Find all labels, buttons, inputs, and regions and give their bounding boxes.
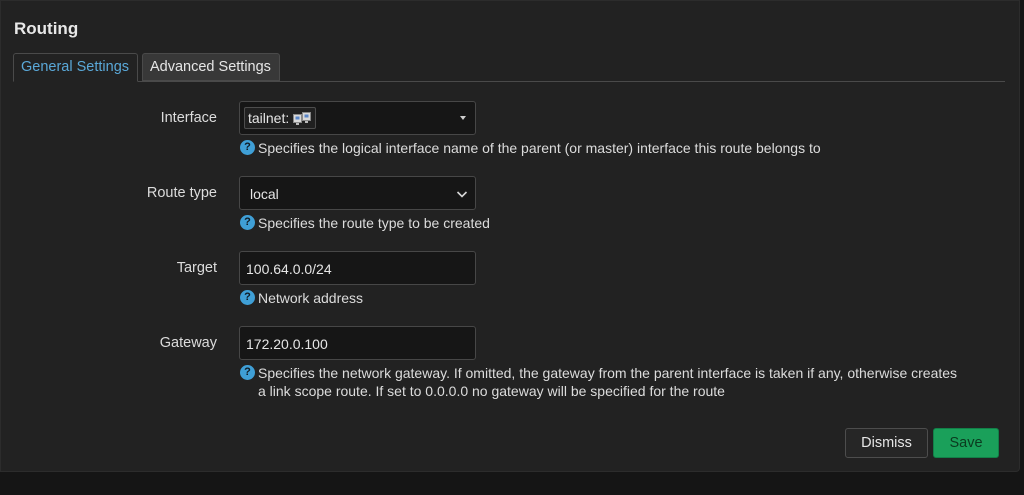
help-icon: ?: [240, 290, 255, 305]
help-icon: ?: [240, 215, 255, 230]
tab-bar: General Settings Advanced Settings: [13, 53, 1005, 82]
interface-chip-label: tailnet:: [248, 110, 290, 126]
caret-down-icon: [460, 116, 466, 120]
network-interface-icon: [293, 111, 312, 125]
tab-advanced-settings[interactable]: Advanced Settings: [142, 53, 280, 81]
target-input[interactable]: 100.64.0.0/24: [239, 251, 476, 285]
target-label: Target: [176, 260, 217, 276]
tab-general-settings[interactable]: General Settings: [13, 53, 138, 82]
route-type-value: local: [250, 186, 279, 202]
gateway-label: Gateway: [159, 335, 217, 351]
target-value: 100.64.0.0/24: [246, 261, 332, 277]
save-button[interactable]: Save: [933, 428, 999, 458]
help-icon: ?: [240, 365, 255, 380]
gateway-input[interactable]: 172.20.0.100: [239, 326, 476, 360]
dialog-title: Routing: [14, 19, 79, 38]
gateway-value: 172.20.0.100: [246, 336, 328, 352]
dismiss-button[interactable]: Dismiss: [845, 428, 928, 458]
help-icon: ?: [240, 140, 255, 155]
route-type-label: Route type: [146, 185, 217, 201]
route-type-help-text: Specifies the route type to be created: [258, 215, 490, 231]
routing-dialog: Routing General Settings Advanced Settin…: [0, 0, 1020, 472]
gateway-help-text-line2: a link scope route. If set to 0.0.0.0 no…: [258, 383, 725, 399]
interface-label: Interface: [160, 110, 217, 126]
target-help-text: Network address: [258, 290, 364, 306]
route-type-select[interactable]: local: [239, 176, 476, 210]
gateway-help-text-line1: Specifies the network gateway. If omitte…: [258, 365, 958, 381]
interface-help-text: Specifies the logical interface name of …: [258, 140, 821, 156]
interface-chip: tailnet:: [244, 107, 317, 129]
chevron-down-icon: [456, 187, 468, 203]
interface-select[interactable]: tailnet:: [239, 101, 476, 135]
